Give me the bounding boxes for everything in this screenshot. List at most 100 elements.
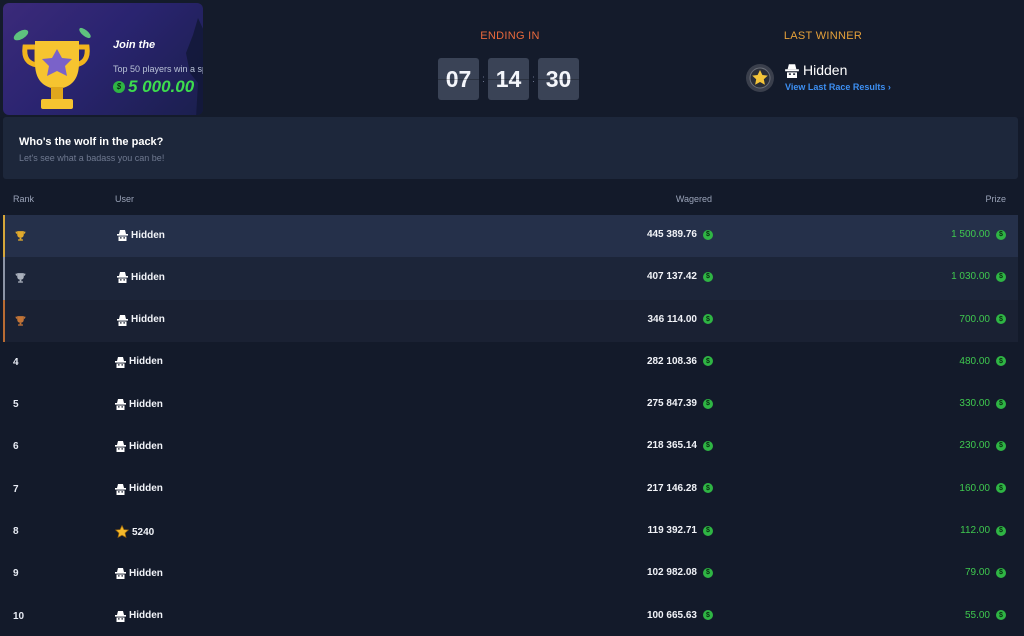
user-cell[interactable]: 5240 — [115, 525, 154, 539]
wagered-cell: 119 392.71 $ — [648, 525, 713, 536]
dollar-coin-icon: $ — [703, 440, 713, 451]
promo-prize-pool: $ 5 000.00 — [113, 77, 194, 97]
bronze-trophy-icon — [15, 315, 26, 326]
prize-cell: 55.00 $ — [965, 610, 1006, 621]
leaderboard-table: Rank User Wagered Prize Hidden 445 389.76… — [3, 180, 1018, 636]
user-cell[interactable]: Hidden — [115, 356, 163, 368]
dollar-coin-icon: $ — [703, 610, 713, 621]
table-row: 5 Hidden 275 847.39 $330.00 $ — [3, 384, 1018, 426]
wagered-value: 275 847.39 — [646, 398, 697, 410]
user-name: Hidden — [129, 398, 163, 410]
countdown-timer: 07 : 14 : 30 — [438, 58, 579, 100]
rank-column-header: Rank — [13, 194, 35, 204]
wagered-value: 217 146.28 — [646, 482, 697, 494]
winner-star-badge-icon — [746, 64, 774, 92]
dollar-coin-icon: $ — [703, 398, 713, 409]
table-row: Hidden 445 389.76 $1 500.00 $ — [3, 215, 1018, 258]
user-name: Hidden — [129, 610, 163, 622]
timer-seconds: 30 — [538, 58, 579, 100]
dollar-coin-icon: $ — [996, 483, 1006, 494]
star-badge-icon — [115, 525, 129, 539]
user-name: 5240 — [132, 526, 155, 538]
trophy-icon — [13, 27, 91, 109]
table-row: 10 Hidden 100 665.63 $55.00 $ — [3, 596, 1018, 636]
user-cell[interactable]: Hidden — [115, 398, 163, 411]
dollar-coin-icon: $ — [996, 271, 1006, 282]
table-row: 4 Hidden 282 108.36 $480.00 $ — [3, 342, 1018, 384]
table-row: 6 Hidden 218 365.14 $230.00 $ — [3, 426, 1018, 468]
user-name: Hidden — [129, 567, 163, 579]
hidden-user-icon — [117, 272, 128, 284]
promo-subtitle: Top 50 players win a split in — [113, 64, 203, 74]
dollar-coin-icon: $ — [996, 440, 1006, 451]
prize-value: 160.00 — [959, 482, 990, 494]
prize-value: 55.00 — [964, 609, 990, 621]
user-cell[interactable]: Hidden — [115, 483, 163, 495]
wagered-cell: 346 114.00 $ — [648, 314, 713, 325]
user-cell[interactable]: Hidden — [117, 229, 165, 241]
banner-subtitle: Let's see what a badass you can be! — [19, 153, 165, 163]
race-header: Join the Top 50 players win a split in $… — [0, 0, 1024, 117]
hidden-user-icon — [115, 610, 126, 622]
prize-cell: 1 030.00 $ — [951, 271, 1006, 282]
prize-cell: 700.00 $ — [959, 314, 1006, 325]
race-banner: Who's the wolf in the pack? Let's see wh… — [3, 117, 1018, 179]
promo-card[interactable]: Join the Top 50 players win a split in $… — [3, 3, 203, 115]
dollar-coin-icon: $ — [996, 229, 1006, 240]
prize-cell: 330.00 $ — [959, 398, 1006, 409]
timer-hours: 07 — [438, 58, 479, 100]
wagered-cell: 282 108.36 $ — [647, 356, 713, 367]
table-row: Hidden 407 137.42 $1 030.00 $ — [3, 257, 1018, 300]
wagered-cell: 275 847.39 $ — [647, 398, 713, 409]
wagered-value: 282 108.36 — [646, 355, 697, 367]
last-winner-name: Hidden — [785, 62, 847, 78]
table-body: Hidden 445 389.76 $1 500.00 $ Hidden 407 137.… — [3, 215, 1018, 636]
silver-trophy-icon — [15, 273, 26, 283]
banner-title: Who's the wolf in the pack? — [19, 136, 164, 148]
user-cell[interactable]: Hidden — [115, 440, 163, 453]
dollar-coin-icon: $ — [996, 356, 1006, 367]
prize-value: 700.00 — [959, 313, 990, 325]
wagered-cell: 100 665.63 $ — [647, 610, 713, 621]
promo-amount-value: 5 000.00 — [128, 77, 195, 96]
user-name: Hidden — [131, 229, 165, 241]
wagered-cell: 445 389.76 $ — [647, 229, 713, 240]
dollar-coin-icon: $ — [113, 81, 125, 93]
wagered-column-header: Wagered — [675, 194, 712, 204]
hidden-user-icon — [115, 356, 126, 368]
dollar-coin-icon: $ — [703, 525, 713, 536]
rank-value: 7 — [13, 483, 19, 495]
rank-value: 9 — [13, 568, 19, 580]
table-row: 7 Hidden 217 146.28 $ 160.00 $ — [3, 469, 1018, 511]
user-cell[interactable]: Hidden — [117, 271, 165, 284]
prize-value: 480.00 — [959, 355, 990, 367]
user-cell[interactable]: Hidden — [115, 610, 163, 622]
user-name: Hidden — [131, 314, 165, 326]
table-row: 9 Hidden 102 982.08 $79.00 $ — [3, 553, 1018, 595]
rank-value: 4 — [13, 356, 19, 368]
wagered-value: 102 982.08 — [646, 567, 697, 579]
wagered-cell: 217 146.28 $ — [647, 483, 713, 494]
rank-value: 5 — [13, 399, 19, 411]
dollar-coin-icon: $ — [703, 356, 713, 367]
view-last-race-results-link[interactable]: View Last Race Results › — [785, 82, 891, 92]
prize-value: 1 030.00 — [951, 271, 990, 283]
dollar-coin-icon: $ — [996, 567, 1006, 578]
user-name: Hidden — [129, 440, 163, 452]
prize-column-header: Prize — [985, 194, 1006, 204]
user-cell[interactable]: Hidden — [115, 567, 163, 580]
rank-value: 6 — [13, 441, 19, 453]
user-column-header: User — [115, 194, 135, 204]
hidden-user-icon — [117, 314, 128, 326]
dollar-coin-icon: $ — [996, 525, 1006, 536]
user-name: Hidden — [131, 271, 165, 283]
dollar-coin-icon: $ — [703, 271, 713, 282]
user-cell[interactable]: Hidden — [117, 314, 165, 326]
hidden-user-icon — [115, 399, 126, 411]
prize-cell: 160.00 $ — [959, 483, 1006, 494]
dollar-coin-icon: $ — [703, 314, 713, 325]
prize-cell: 230.00 $ — [959, 440, 1006, 451]
hidden-user-icon — [115, 568, 126, 580]
last-winner-label: LAST WINNER — [783, 30, 863, 42]
wagered-value: 218 365.14 — [646, 440, 697, 452]
